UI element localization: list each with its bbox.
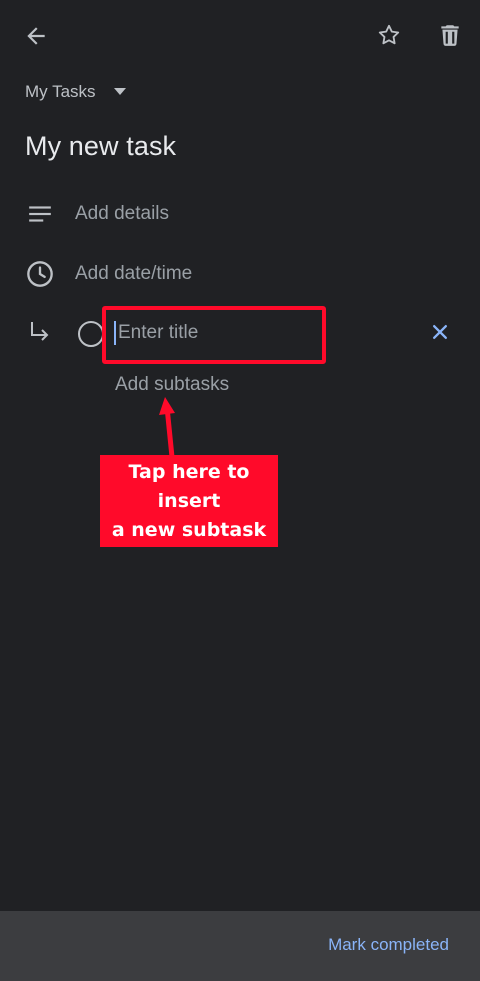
annotation-arrow-icon xyxy=(150,395,190,460)
star-button[interactable] xyxy=(369,15,409,55)
dropdown-arrow-icon xyxy=(113,88,126,95)
task-title[interactable]: My new task xyxy=(25,131,176,162)
subdirectory-arrow-icon xyxy=(28,320,52,346)
bottom-action-bar: Mark completed xyxy=(0,911,480,981)
annotation-text: Tap here to insert a new subtask xyxy=(111,460,267,541)
add-datetime-row[interactable]: Add date/time xyxy=(0,254,480,294)
star-outline-icon xyxy=(378,24,400,45)
mark-completed-button[interactable]: Mark completed xyxy=(328,935,449,955)
clock-icon xyxy=(26,260,54,288)
arrow-back-icon xyxy=(27,27,45,45)
add-subtasks-button[interactable]: Add subtasks xyxy=(115,374,229,396)
list-name: My Tasks xyxy=(25,82,96,101)
subtask-title-input[interactable] xyxy=(118,318,308,348)
delete-button[interactable] xyxy=(430,15,470,55)
add-details-row[interactable]: Add details xyxy=(0,194,480,234)
annotation-callout: Tap here to insert a new subtask xyxy=(100,455,278,547)
top-app-bar xyxy=(0,0,480,72)
notes-lines-icon xyxy=(26,200,54,228)
text-cursor xyxy=(114,321,116,345)
add-details-label: Add details xyxy=(75,203,170,224)
trash-icon xyxy=(441,25,459,46)
subtask-complete-checkbox[interactable] xyxy=(78,321,104,347)
remove-subtask-button[interactable] xyxy=(426,318,454,346)
list-selector-dropdown[interactable]: My Tasks xyxy=(25,78,128,106)
add-datetime-label: Add date/time xyxy=(75,263,193,284)
close-icon xyxy=(433,325,447,339)
back-button[interactable] xyxy=(16,16,56,56)
